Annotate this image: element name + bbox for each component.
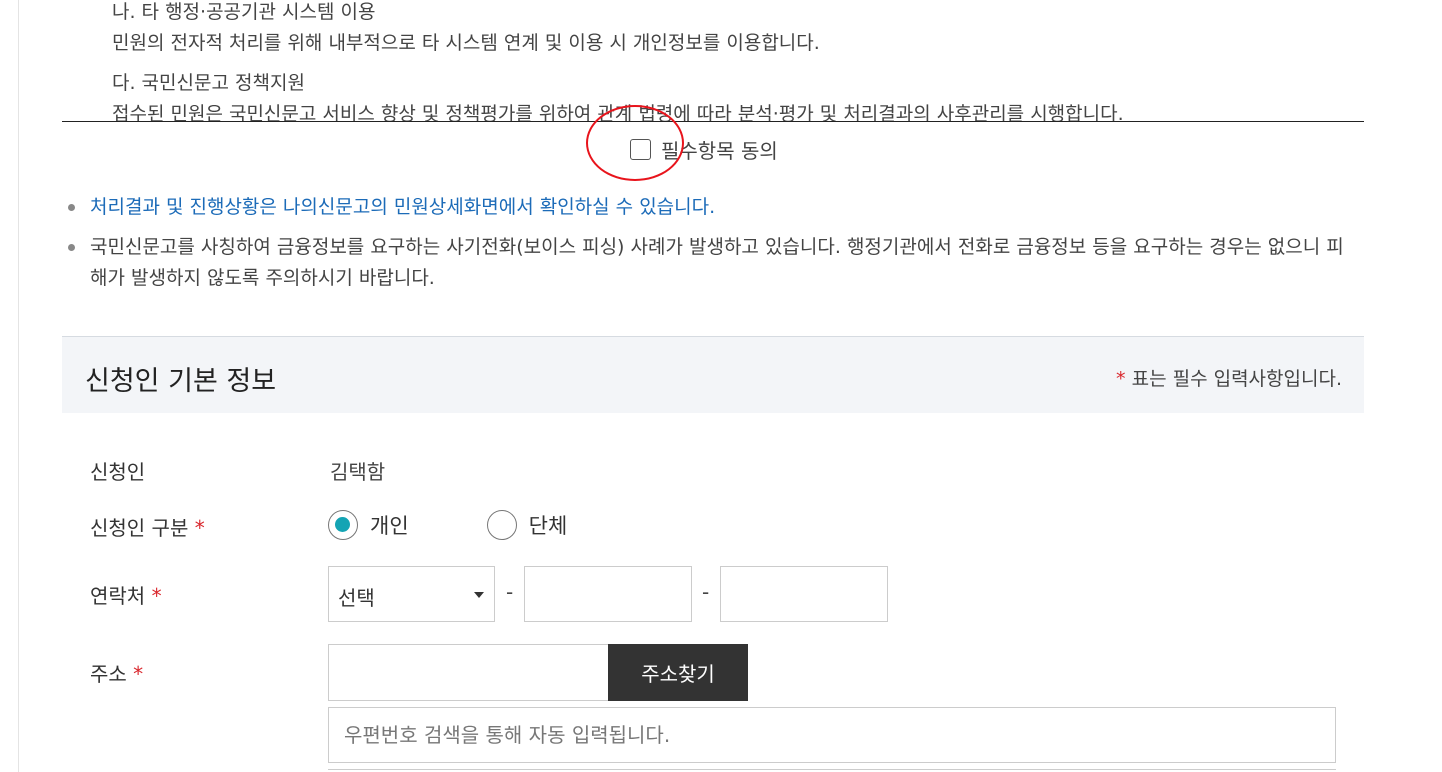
terms-item: 나. 타 행정·공공기관 시스템 이용 민원의 전자적 처리를 위해 내부적으로… <box>112 0 1352 59</box>
agree-checkbox-box[interactable] <box>630 138 651 160</box>
terms-item-heading: 나. 타 행정·공공기관 시스템 이용 <box>112 1 376 23</box>
required-note-text: 표는 필수 입력사항입니다. <box>1125 368 1342 390</box>
select-value: 선택 <box>338 586 375 610</box>
required-agree-checkbox[interactable]: 필수항목 동의 <box>630 136 778 163</box>
applicant-info-header: 신청인 기본 정보 * 표는 필수 입력사항입니다. <box>62 336 1364 413</box>
applicant-type-label-text: 신청인 구분 <box>90 516 189 540</box>
dropdown-arrow-icon <box>474 592 484 598</box>
required-asterisk: * <box>1116 368 1126 390</box>
radio-button[interactable] <box>486 510 517 540</box>
bullet-icon <box>68 244 75 251</box>
radio-label: 단체 <box>528 514 568 538</box>
applicant-type-label: 신청인 구분 * <box>90 512 205 541</box>
terms-item-heading: 다. 국민신문고 정책지원 <box>112 72 305 94</box>
phone-middle-input[interactable] <box>524 566 692 622</box>
notice-text: 국민신문고를 사칭하여 금융정보를 요구하는 사기전화(보이스 피싱) 사례가 … <box>90 236 1344 289</box>
radio-button-checked[interactable] <box>328 510 358 540</box>
required-asterisk: * <box>133 662 144 686</box>
section-title: 신청인 기본 정보 <box>85 366 277 397</box>
notice-list: 처리결과 및 진행상황은 나의신문고의 민원상세화면에서 확인하실 수 있습니다… <box>62 192 1352 303</box>
terms-item-body: 민원의 전자적 처리를 위해 내부적으로 타 시스템 연계 및 이용 시 개인정… <box>112 32 820 54</box>
phone-last-input[interactable] <box>720 566 888 622</box>
privacy-terms-box[interactable]: 나. 타 행정·공공기관 시스템 이용 민원의 전자적 처리를 위해 내부적으로… <box>62 0 1364 122</box>
phone-separator: - <box>702 580 710 604</box>
agree-checkbox-label: 필수항목 동의 <box>661 138 778 163</box>
bullet-icon <box>68 204 75 211</box>
applicant-name-value: 김택함 <box>330 460 386 484</box>
notice-item-result-link[interactable]: 처리결과 및 진행상황은 나의신문고의 민원상세화면에서 확인하실 수 있습니다… <box>62 192 1352 223</box>
applicant-label: 신청인 <box>90 460 146 484</box>
privacy-terms-text: 나. 타 행정·공공기관 시스템 이용 민원의 전자적 처리를 위해 내부적으로… <box>112 0 1352 122</box>
address-search-button[interactable]: 주소찾기 <box>608 644 748 701</box>
radio-option-group[interactable]: 단체 <box>486 510 568 540</box>
phone-prefix-select[interactable]: 선택 <box>328 566 495 622</box>
radio-option-individual[interactable]: 개인 <box>328 510 409 540</box>
notice-text[interactable]: 처리결과 및 진행상황은 나의신문고의 민원상세화면에서 확인하실 수 있습니다… <box>90 196 715 218</box>
applicant-type-radio-group: 개인 단체 <box>328 510 645 540</box>
address-label: 주소 * <box>90 658 143 687</box>
terms-item: 다. 국민신문고 정책지원 접수된 민원은 국민신문고 서비스 향상 및 정책평… <box>112 68 1352 122</box>
left-border-line <box>18 0 19 772</box>
notice-item-phishing: 국민신문고를 사칭하여 금융정보를 요구하는 사기전화(보이스 피싱) 사례가 … <box>62 232 1352 294</box>
contact-label: 연락처 * <box>90 580 162 609</box>
radio-label: 개인 <box>370 514 409 538</box>
complaint-form-page: 나. 타 행정·공공기관 시스템 이용 민원의 전자적 처리를 위해 내부적으로… <box>0 0 1442 772</box>
postcode-input[interactable] <box>328 644 609 701</box>
contact-label-text: 연락처 <box>90 584 146 608</box>
required-asterisk: * <box>194 516 205 540</box>
phone-separator: - <box>506 580 514 604</box>
address-auto-input[interactable] <box>328 707 1336 763</box>
required-asterisk: * <box>151 584 162 608</box>
terms-item-body: 접수된 민원은 국민신문고 서비스 향상 및 정책평가를 위하여 관계 법령에 … <box>112 103 1124 122</box>
address-label-text: 주소 <box>90 662 127 686</box>
required-note: * 표는 필수 입력사항입니다. <box>1116 364 1342 391</box>
